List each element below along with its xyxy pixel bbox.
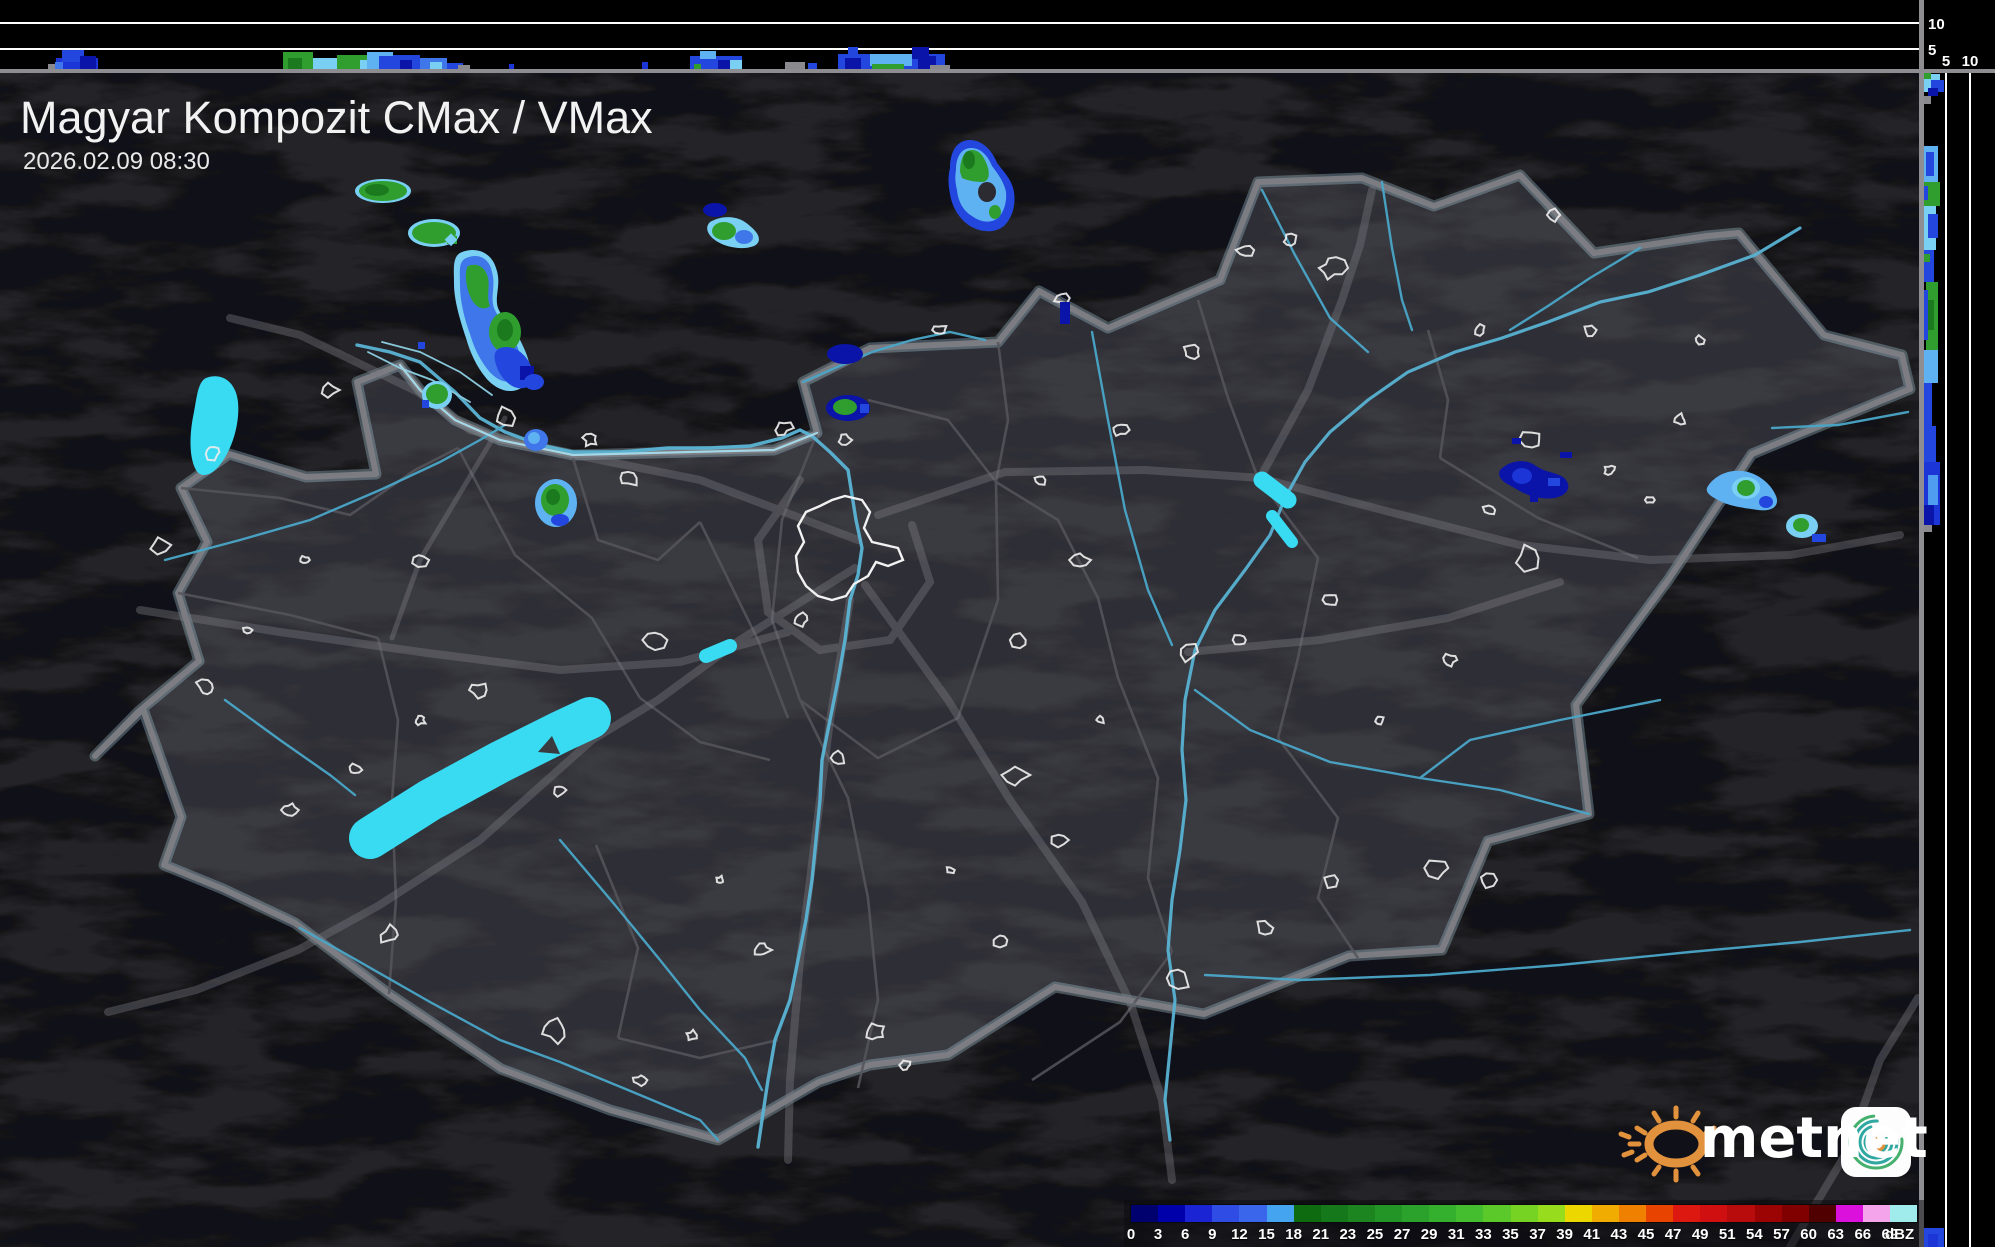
legend-segment	[1618, 1205, 1647, 1222]
legend-segment	[1483, 1205, 1511, 1222]
legend-segment	[1239, 1205, 1267, 1222]
dbz-scale-labels: 0 3 6 9 12 15 18 21 23 25 27 29 31 33 35 37 39 41 43 45 47 49…	[1127, 1226, 1923, 1244]
top-strip-label-5: 5	[1928, 42, 1936, 59]
legend-tick-label: 66	[1854, 1226, 1872, 1243]
radar-echo-gyor	[422, 381, 452, 409]
radar-scene: 10 5 5 10	[0, 0, 1995, 1247]
legend-segment	[1131, 1205, 1159, 1222]
radar-map	[0, 73, 1919, 1247]
legend-tick-label: 29	[1420, 1226, 1438, 1243]
legend-tick-label: 43	[1610, 1226, 1628, 1243]
legend-tick-label: 49	[1691, 1226, 1709, 1243]
radar-echo-north-3	[826, 395, 870, 421]
legend-tick-label: 60	[1800, 1226, 1817, 1243]
legend-segment	[1835, 1205, 1863, 1222]
strip-separator-horizontal	[0, 69, 1995, 73]
legend-segment	[1537, 1205, 1565, 1222]
legend-segment	[1456, 1205, 1484, 1222]
legend-segment	[1185, 1205, 1213, 1222]
dbz-scale-bar	[1130, 1204, 1918, 1223]
radar-echo-small-1	[524, 429, 548, 451]
top-strip-line-10km	[0, 22, 1921, 24]
profile-corner-box: 10 5 5 10	[1924, 0, 1995, 70]
legend-segment	[1158, 1205, 1186, 1222]
legend-tick-label: 0	[1126, 1226, 1136, 1243]
right-strip-label-5: 5	[1942, 53, 1950, 70]
legend-segment	[1320, 1205, 1348, 1222]
legend-tick-label: 25	[1366, 1226, 1384, 1243]
legend-segment	[1402, 1205, 1430, 1222]
legend-tick-label: 15	[1258, 1226, 1275, 1243]
legend-segment	[1862, 1205, 1891, 1222]
legend-segment	[1293, 1205, 1321, 1222]
legend-segment	[1890, 1205, 1918, 1222]
legend-tick-label: 6	[1181, 1226, 1190, 1243]
legend-tick-label: 23	[1339, 1226, 1357, 1243]
radar-echo-dot	[418, 342, 425, 349]
legend-tick-label: 51	[1718, 1226, 1736, 1243]
legend-segment	[1700, 1205, 1728, 1222]
legend-segment	[1564, 1205, 1592, 1222]
legend-tick-label: 39	[1556, 1226, 1573, 1243]
legend-segment	[1727, 1205, 1755, 1222]
legend-segment	[1591, 1205, 1619, 1222]
legend-segment	[1510, 1205, 1538, 1222]
legend-tick-label: 27	[1393, 1226, 1411, 1243]
strip-separator-vertical	[1919, 0, 1924, 1247]
legend-segment	[1347, 1205, 1375, 1222]
legend-tick-label: 37	[1529, 1226, 1546, 1243]
legend-segment	[1646, 1205, 1674, 1222]
right-strip-line-10km	[1969, 73, 1971, 1247]
legend-tick-label: 12	[1231, 1226, 1248, 1243]
radar-echo-small-2	[535, 479, 577, 527]
legend-segment	[1754, 1205, 1782, 1222]
legend-tick-label: 57	[1773, 1226, 1790, 1243]
legend-tick-label: 47	[1664, 1226, 1682, 1243]
legend-tick-label: 35	[1502, 1226, 1519, 1243]
legend-unit-label: dBZ	[1885, 1226, 1915, 1243]
legend-tick-label: 21	[1312, 1226, 1330, 1243]
legend-tick-label: 63	[1827, 1226, 1845, 1243]
legend-segment	[1266, 1205, 1294, 1222]
right-strip-label-10: 10	[1962, 53, 1979, 70]
legend-segment	[1808, 1205, 1836, 1222]
top-strip-label-10: 10	[1928, 16, 1945, 33]
dbz-scale: 0 3 6 9 12 15 18 21 23 25 27 29 31 33 35 37 39 41 43 45 47 49…	[1124, 1200, 1924, 1247]
legend-segment	[1212, 1205, 1240, 1222]
legend-tick-label: 31	[1447, 1226, 1465, 1243]
legend-tick-label: 54	[1746, 1226, 1763, 1243]
legend-tick-label: 18	[1285, 1226, 1302, 1243]
page-title: Magyar Kompozit CMax / VMax	[20, 92, 653, 143]
legend-tick-label: 3	[1153, 1226, 1163, 1243]
metnet-logo-text: metnet	[1700, 1106, 1928, 1171]
metnet-logo: metnet	[1612, 1098, 1928, 1184]
top-strip-line-5km	[0, 48, 1921, 50]
radar-echo-nw-1	[355, 179, 411, 203]
right-strip-line-5km	[1945, 73, 1947, 1247]
lake-velence	[699, 639, 737, 663]
legend-segment	[1673, 1205, 1701, 1222]
legend-tick-label: 9	[1208, 1226, 1217, 1243]
legend-tick-label: 33	[1475, 1226, 1492, 1243]
legend-tick-label: 41	[1583, 1226, 1601, 1243]
legend-segment	[1781, 1205, 1809, 1222]
legend-tick-label: 45	[1637, 1226, 1655, 1243]
legend-segment	[1374, 1205, 1403, 1222]
legend-segment	[1429, 1205, 1457, 1222]
timestamp: 2026.02.09 08:30	[23, 148, 210, 175]
radar-echo-dash	[1060, 302, 1070, 324]
top-profile-strip	[0, 0, 1921, 69]
radar-echo-north-2	[827, 344, 863, 364]
radar-composite-screen: 10 5 5 10 Magyar Kompozit CMax / VMax 20…	[0, 0, 1995, 1247]
right-profile-strip	[1924, 72, 1995, 1247]
